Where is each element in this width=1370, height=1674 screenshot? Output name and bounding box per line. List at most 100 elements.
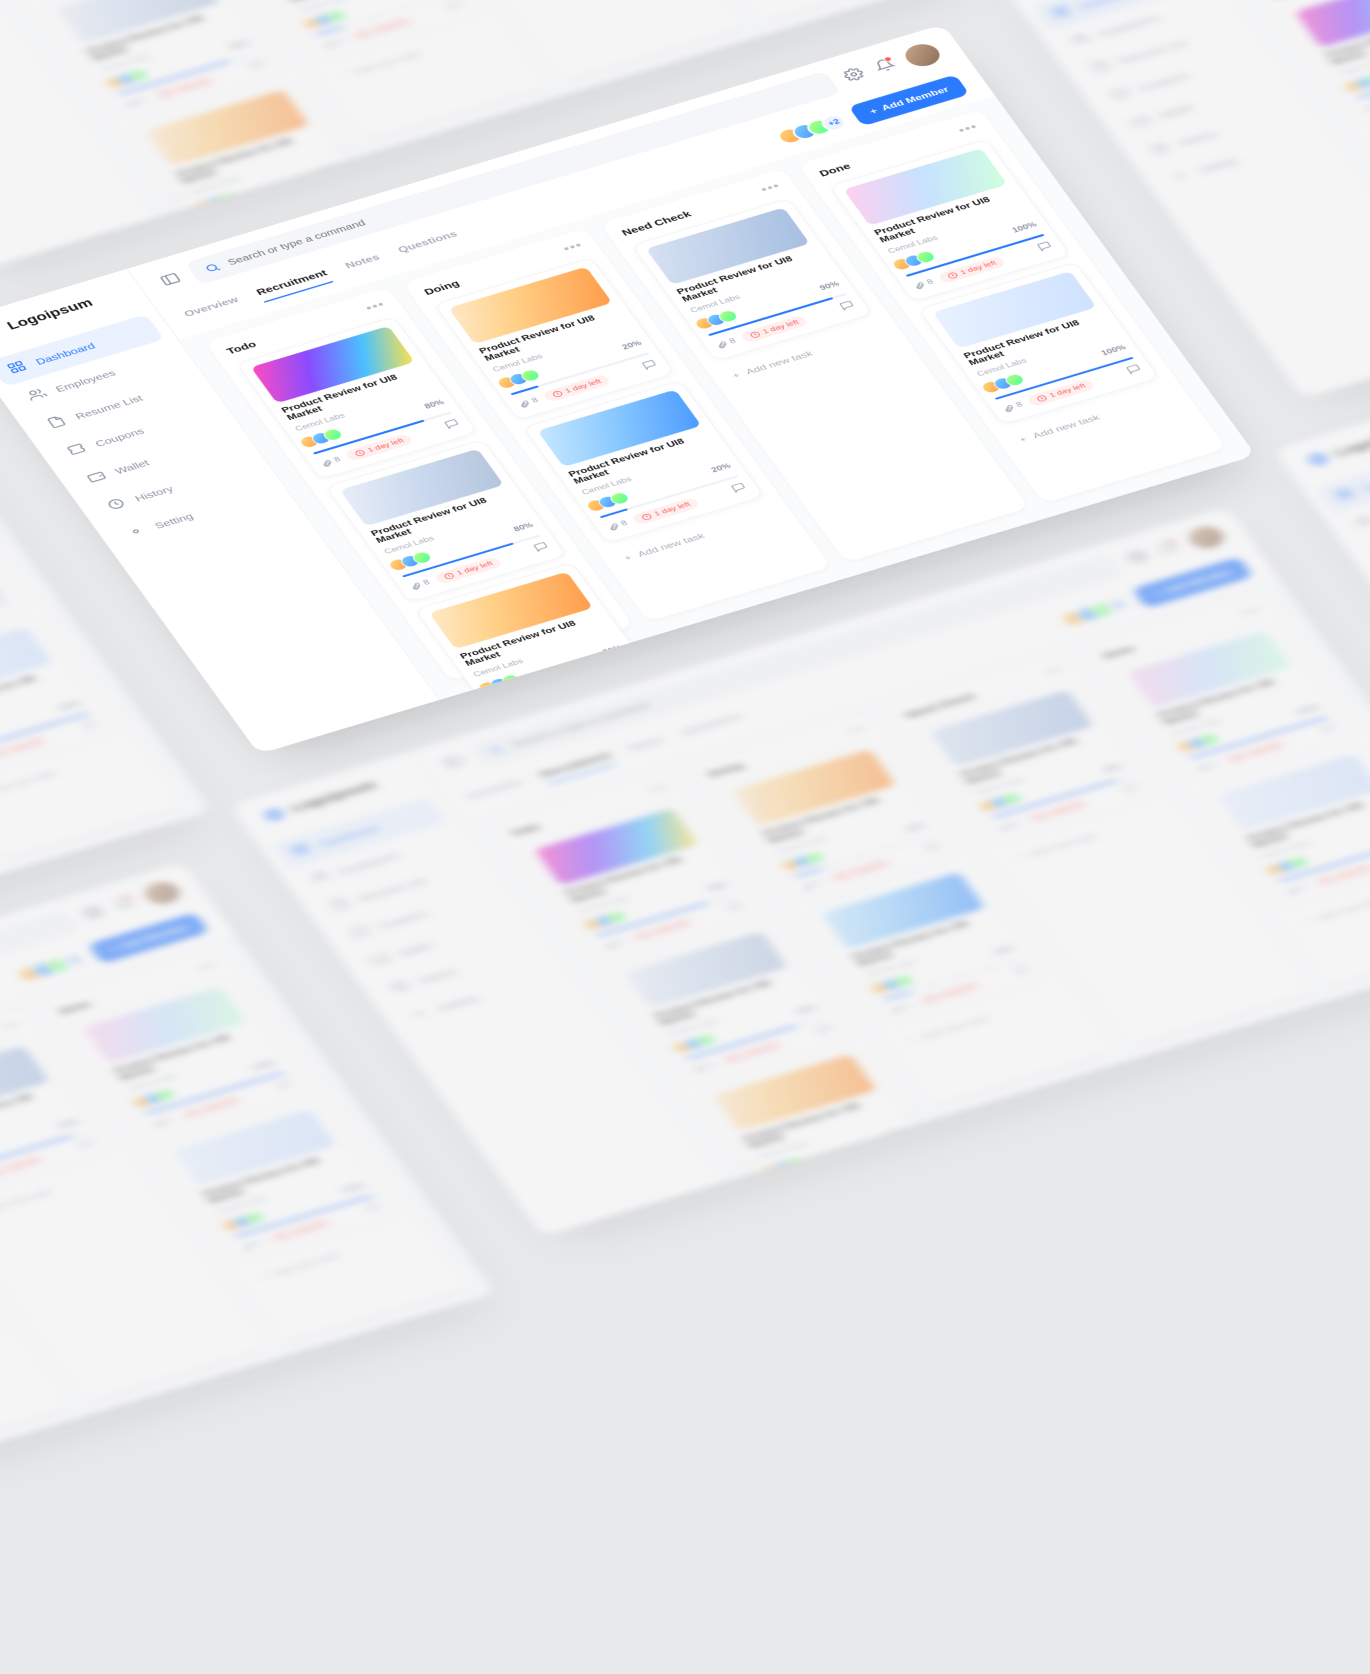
attachment-icon xyxy=(912,280,928,290)
wallet-icon xyxy=(1128,113,1153,130)
dashboard-icon xyxy=(5,359,30,376)
settings-icon[interactable] xyxy=(80,903,109,923)
plus-icon: + xyxy=(107,944,119,954)
comment-icon[interactable] xyxy=(364,1201,385,1216)
comment-icon[interactable] xyxy=(80,719,101,734)
add-task-button[interactable]: +Add new task xyxy=(787,1168,959,1183)
column-menu-icon[interactable]: ••• xyxy=(647,781,673,797)
sidebar-item-label: Employees xyxy=(53,368,118,394)
comment-icon[interactable] xyxy=(1121,782,1142,797)
notification-icon[interactable] xyxy=(111,894,140,914)
column-menu-icon[interactable]: ••• xyxy=(1240,604,1266,620)
card-percent: 20% xyxy=(993,944,1016,956)
card-percent: 20% xyxy=(710,462,733,474)
sidebar-item-label: Coupons xyxy=(1137,70,1191,93)
comment-icon[interactable] xyxy=(924,841,945,856)
dashboard-icon xyxy=(288,842,313,859)
attachment-icon xyxy=(998,822,1014,832)
user-avatar[interactable] xyxy=(140,878,185,907)
employees-icon xyxy=(308,869,333,886)
due-badge: 1 day left xyxy=(717,1038,787,1067)
column-menu-icon[interactable]: ••• xyxy=(1042,663,1068,679)
comment-icon[interactable] xyxy=(337,181,358,196)
comment-icon[interactable] xyxy=(248,58,269,73)
comment-icon[interactable] xyxy=(532,541,553,556)
column-menu-icon[interactable]: ••• xyxy=(0,1018,23,1034)
comment-icon[interactable] xyxy=(1035,240,1056,255)
add-task-label: Add new task xyxy=(270,1250,341,1278)
panel-toggle-icon[interactable] xyxy=(441,753,470,773)
sidebar-item-label: Dashboard xyxy=(33,341,97,367)
comment-icon[interactable] xyxy=(729,482,750,497)
due-badge: 1 day left xyxy=(628,915,698,944)
comment-icon[interactable] xyxy=(905,1146,926,1161)
comment-icon[interactable] xyxy=(275,1078,296,1093)
card-percent: 100% xyxy=(1294,703,1322,716)
column-menu-icon[interactable]: ••• xyxy=(363,299,389,315)
setting-icon xyxy=(1168,168,1193,185)
tab-overview[interactable]: Overview xyxy=(181,294,244,324)
add-task-button[interactable]: +Add new task xyxy=(720,321,892,388)
employees-icon xyxy=(1069,31,1094,48)
comment-icon[interactable] xyxy=(621,664,642,679)
attachment-icon xyxy=(603,940,619,950)
attachment-count: 8 xyxy=(517,396,541,409)
attachment-icon xyxy=(408,581,424,591)
tab-overview[interactable]: Overview xyxy=(465,776,528,806)
settings-icon[interactable] xyxy=(1124,548,1153,568)
tab-notes[interactable]: Notes xyxy=(342,251,385,275)
card-assignees xyxy=(1178,732,1221,753)
panel-toggle-icon[interactable] xyxy=(157,270,186,290)
user-avatar[interactable] xyxy=(1184,523,1229,552)
sidebar-item-label: Employees xyxy=(1097,12,1162,38)
user-avatar[interactable] xyxy=(900,41,945,70)
column-title: Done xyxy=(1100,643,1136,661)
due-badge: 1 day left xyxy=(825,856,895,885)
settings-icon[interactable] xyxy=(840,66,869,86)
comment-icon[interactable] xyxy=(838,299,859,314)
attachment-count: 8 xyxy=(1001,401,1025,414)
card-percent: 100% xyxy=(339,1181,367,1194)
employees-icon xyxy=(25,387,50,404)
add-task-label: Add new task xyxy=(0,768,58,796)
attachment-icon xyxy=(319,458,335,468)
clock-icon xyxy=(550,389,565,398)
column-menu-icon[interactable]: ••• xyxy=(561,240,587,256)
comment-icon[interactable] xyxy=(815,1023,836,1038)
sidebar-item-label: History xyxy=(1177,128,1220,148)
column-menu-icon[interactable]: ••• xyxy=(196,959,222,975)
clock-icon xyxy=(945,271,960,280)
setting-icon xyxy=(408,1006,433,1023)
column-menu-icon[interactable]: ••• xyxy=(956,121,982,137)
due-badge: 1 day left xyxy=(937,255,1007,284)
column-menu-icon[interactable]: ••• xyxy=(844,722,870,738)
column-menu-icon[interactable]: ••• xyxy=(758,181,784,197)
notification-icon[interactable] xyxy=(1155,539,1184,559)
add-task-button[interactable]: +Add new task xyxy=(328,21,500,88)
tab-notes[interactable]: Notes xyxy=(626,734,669,758)
setting-icon xyxy=(124,524,149,541)
card-assignees xyxy=(196,191,239,212)
comment-icon[interactable] xyxy=(1124,363,1145,378)
column-title: Doing xyxy=(705,760,745,779)
notification-icon[interactable] xyxy=(871,56,900,76)
comment-icon[interactable] xyxy=(640,359,661,374)
comment-icon[interactable] xyxy=(446,0,467,14)
comment-icon[interactable] xyxy=(0,596,12,611)
tab-recruitment[interactable]: Recruitment xyxy=(537,750,616,785)
sidebar-item-label: Setting xyxy=(152,511,195,531)
task-card[interactable]: Product Review for UI8 MarketCemol Labs8… xyxy=(131,80,373,217)
clock-icon xyxy=(1031,813,1046,822)
attachment-icon xyxy=(517,399,533,409)
comment-icon[interactable] xyxy=(1013,964,1034,979)
tab-questions[interactable]: Questions xyxy=(395,228,463,260)
plus-icon: + xyxy=(338,70,350,80)
due-badge: 1 day left xyxy=(1309,861,1370,890)
comment-icon[interactable] xyxy=(1319,723,1340,738)
logo-icon xyxy=(0,322,6,343)
comment-icon[interactable] xyxy=(77,1137,98,1152)
comment-icon[interactable] xyxy=(443,418,464,433)
plus-icon: + xyxy=(1301,917,1313,927)
add-task-button[interactable]: +Add new task xyxy=(0,1341,24,1408)
due-badge: 1 day left xyxy=(541,374,611,403)
